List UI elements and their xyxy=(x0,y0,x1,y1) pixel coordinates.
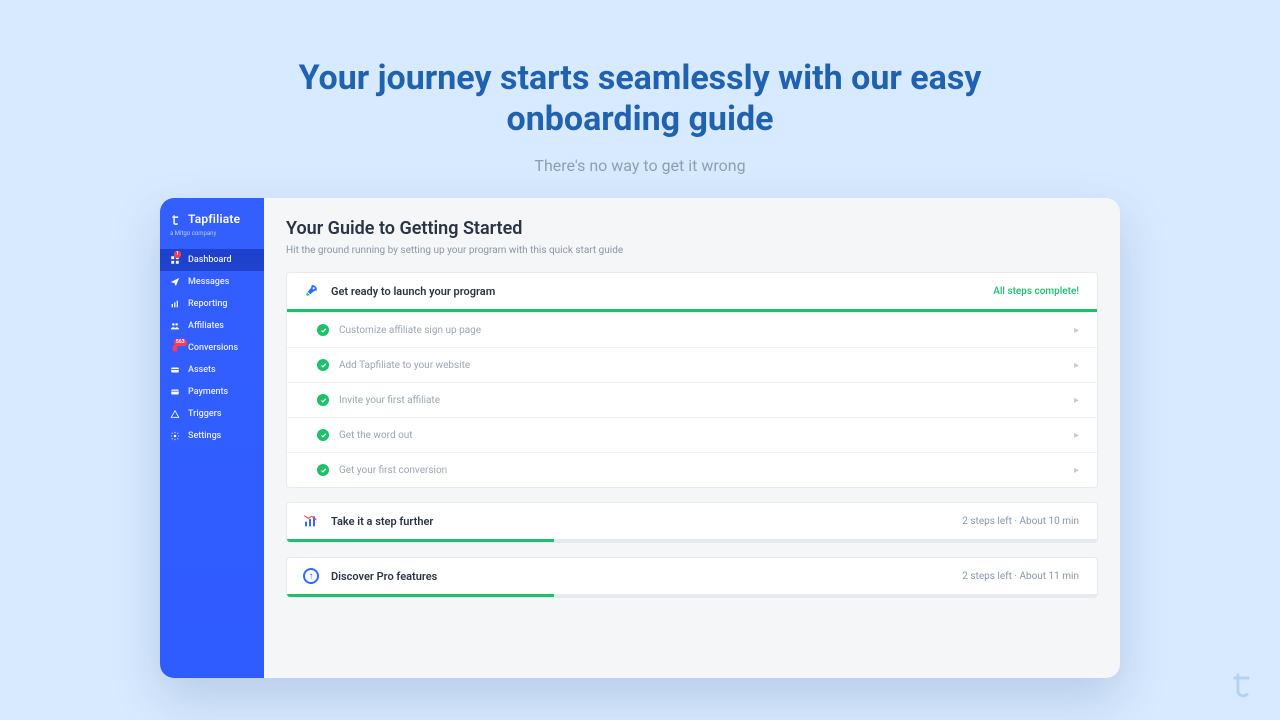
brand-logo[interactable]: Tapfiliate xyxy=(160,198,264,230)
nav-badge: 563 xyxy=(174,339,187,346)
onboarding-step[interactable]: Add Tapfiliate to your website ▸ xyxy=(287,347,1097,382)
sidebar-item-label: Assets xyxy=(188,365,216,375)
step-label: Get the word out xyxy=(339,430,413,441)
sidebar-item-dashboard[interactable]: 1 Dashboard xyxy=(160,249,264,271)
page-subtitle: Hit the ground running by setting up you… xyxy=(286,245,1098,256)
check-circle-icon xyxy=(317,464,329,476)
sidebar-item-label: Dashboard xyxy=(188,255,232,265)
onboarding-step[interactable]: Get the word out ▸ xyxy=(287,417,1097,452)
card-pro: ↑ Discover Pro features 2 steps left · A… xyxy=(286,557,1098,598)
card-launch-status: All steps complete! xyxy=(993,286,1079,297)
card-further: Take it a step further 2 steps left · Ab… xyxy=(286,502,1098,543)
sidebar-item-label: Settings xyxy=(188,431,221,441)
nav-badge: 1 xyxy=(174,251,181,258)
bar-chart-icon xyxy=(303,513,319,529)
card-further-meta: 2 steps left · About 10 min xyxy=(962,516,1079,527)
triangle-icon xyxy=(170,409,180,419)
sidebar-item-assets[interactable]: Assets xyxy=(160,359,264,381)
card-launch-header[interactable]: Get ready to launch your program All ste… xyxy=(287,273,1097,309)
sidebar-item-label: Reporting xyxy=(188,299,227,309)
card-launch: Get ready to launch your program All ste… xyxy=(286,272,1098,488)
step-label: Get your first conversion xyxy=(339,465,447,476)
brand-mark-icon xyxy=(170,212,184,226)
brand-tagline: a Mitgo company xyxy=(160,230,264,247)
sidebar-item-conversions[interactable]: 563Conversions xyxy=(160,337,264,359)
onboarding-step[interactable]: Get your first conversion ▸ xyxy=(287,452,1097,487)
sidebar-item-messages[interactable]: Messages xyxy=(160,271,264,293)
card-launch-title: Get ready to launch your program xyxy=(331,285,495,298)
sidebar-item-settings[interactable]: Settings xyxy=(160,425,264,447)
sidebar-item-affiliates[interactable]: Affiliates xyxy=(160,315,264,337)
chevron-right-icon: ▸ xyxy=(1074,395,1079,406)
people-icon xyxy=(170,321,180,331)
card-further-progress xyxy=(287,539,1097,542)
watermark-icon xyxy=(1228,668,1262,706)
brand-name: Tapfiliate xyxy=(188,212,240,226)
chevron-right-icon: ▸ xyxy=(1074,325,1079,336)
sidebar-item-label: Affiliates xyxy=(188,321,224,331)
card-pro-meta: 2 steps left · About 11 min xyxy=(962,571,1079,582)
sidebar: Tapfiliate a Mitgo company 1 Dashboard Mes… xyxy=(160,198,264,678)
step-label: Customize affiliate sign up page xyxy=(339,325,481,336)
check-circle-icon xyxy=(317,429,329,441)
sidebar-item-label: Conversions xyxy=(188,343,238,353)
step-label: Invite your first affiliate xyxy=(339,395,440,406)
main-content: Your Guide to Getting Started Hit the gr… xyxy=(264,198,1120,678)
sidebar-item-label: Triggers xyxy=(188,409,222,419)
chevron-right-icon: ▸ xyxy=(1074,465,1079,476)
card-further-header[interactable]: Take it a step further 2 steps left · Ab… xyxy=(287,503,1097,539)
step-label: Add Tapfiliate to your website xyxy=(339,360,470,371)
card-pro-header[interactable]: ↑ Discover Pro features 2 steps left · A… xyxy=(287,558,1097,594)
sidebar-item-label: Messages xyxy=(188,277,229,287)
sidebar-item-triggers[interactable]: Triggers xyxy=(160,403,264,425)
app-window: Tapfiliate a Mitgo company 1 Dashboard Mes… xyxy=(160,198,1120,678)
check-circle-icon xyxy=(317,324,329,336)
check-circle-icon xyxy=(317,394,329,406)
hero-subtitle: There's no way to get it wrong xyxy=(0,156,1280,175)
credit-card-icon xyxy=(170,387,180,397)
card-further-title: Take it a step further xyxy=(331,515,433,528)
chevron-right-icon: ▸ xyxy=(1074,360,1079,371)
sidebar-item-label: Payments xyxy=(188,387,228,397)
chevron-right-icon: ▸ xyxy=(1074,430,1079,441)
chart-icon xyxy=(170,299,180,309)
wallet-icon xyxy=(170,365,180,375)
paper-plane-icon xyxy=(170,277,180,287)
sidebar-item-payments[interactable]: Payments xyxy=(160,381,264,403)
onboarding-step[interactable]: Invite your first affiliate ▸ xyxy=(287,382,1097,417)
gear-icon xyxy=(170,431,180,441)
hero-title: Your journey starts seamlessly with our … xyxy=(280,58,1000,140)
card-pro-title: Discover Pro features xyxy=(331,570,437,583)
check-circle-icon xyxy=(317,359,329,371)
sidebar-item-reporting[interactable]: Reporting xyxy=(160,293,264,315)
onboarding-step[interactable]: Customize affiliate sign up page ▸ xyxy=(287,312,1097,347)
page-title: Your Guide to Getting Started xyxy=(286,218,1098,239)
rocket-icon xyxy=(303,283,319,299)
card-pro-progress xyxy=(287,594,1097,597)
info-icon: ↑ xyxy=(303,568,319,584)
